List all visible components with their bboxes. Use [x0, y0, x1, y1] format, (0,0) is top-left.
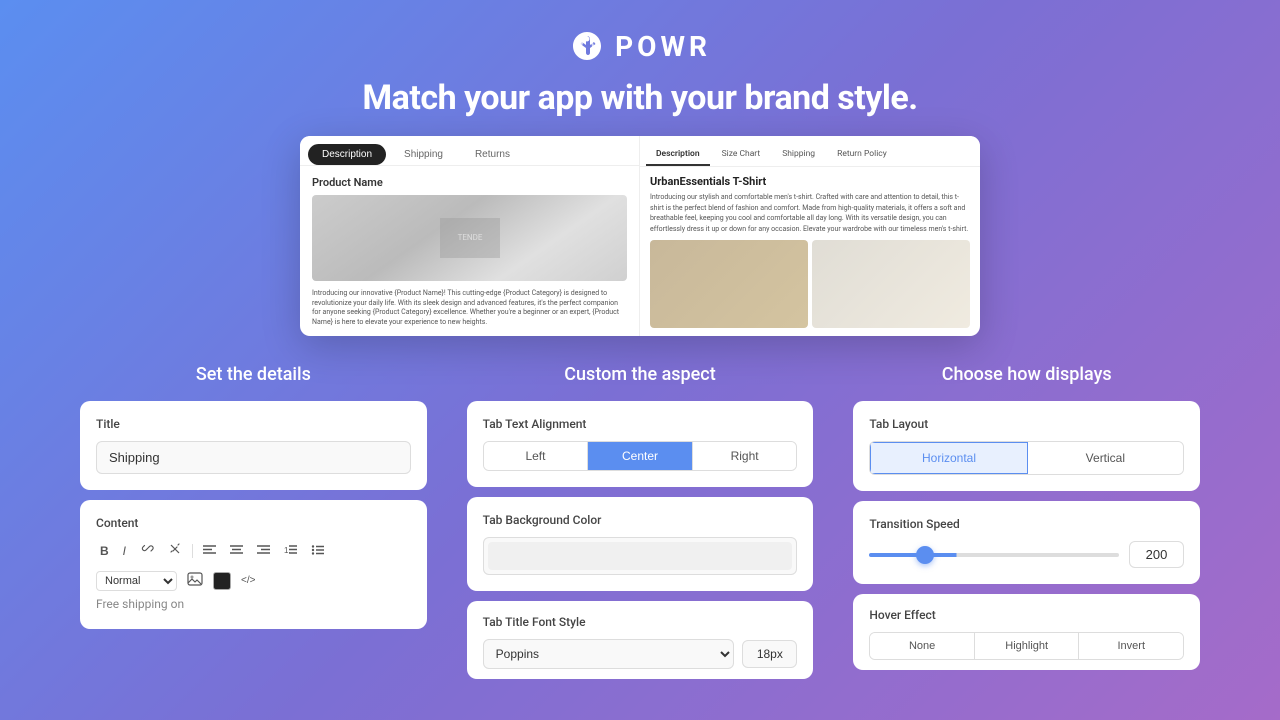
- color-input-row: [483, 537, 798, 575]
- text-color-swatch[interactable]: [213, 572, 231, 590]
- logo-area: POWR: [0, 28, 1280, 64]
- col1-title: Set the details: [196, 364, 311, 385]
- speed-label: Transition Speed: [869, 517, 1184, 531]
- hover-label: Hover Effect: [869, 608, 1184, 622]
- hover-invert-btn[interactable]: Invert: [1079, 633, 1183, 659]
- logo-text: POWR: [615, 30, 711, 63]
- bold-button[interactable]: B: [96, 542, 113, 560]
- preview-thumb-2: [812, 240, 970, 328]
- italic-button[interactable]: I: [119, 542, 130, 560]
- header: POWR Match your app with your brand styl…: [0, 0, 1280, 136]
- alignment-group: Left Center Right: [483, 441, 798, 471]
- link-button[interactable]: [136, 540, 158, 561]
- powr-logo-icon: [569, 28, 605, 64]
- font-size-input[interactable]: [742, 640, 797, 668]
- title-input[interactable]: [96, 441, 411, 474]
- preview-tabs-left: Description Shipping Returns: [300, 136, 639, 166]
- preview-product-text: Introducing our innovative {Product Name…: [300, 289, 639, 336]
- format-select[interactable]: Normal Heading 1 Heading 2: [96, 571, 177, 591]
- preview-tab-description[interactable]: Description: [308, 144, 386, 165]
- column-set-details: Set the details Title Content B I: [60, 364, 447, 689]
- slider-row: [869, 541, 1184, 568]
- font-row: Poppins Roboto Open Sans: [483, 639, 798, 669]
- content-card: Content B I: [80, 500, 427, 629]
- content-toolbar: B I 1.: [96, 540, 411, 561]
- toolbar-divider-1: [192, 544, 193, 558]
- align-right-btn[interactable]: [253, 542, 274, 560]
- tab-layout-label: Tab Layout: [869, 417, 1184, 431]
- column-custom-aspect: Custom the aspect Tab Text Alignment Lef…: [447, 364, 834, 689]
- preview-tab-returns[interactable]: Returns: [461, 144, 524, 165]
- speed-slider[interactable]: [869, 553, 1119, 557]
- alignment-label: Tab Text Alignment: [483, 417, 798, 431]
- preview-product-image: TENDE: [312, 195, 627, 281]
- hover-none-btn[interactable]: None: [870, 633, 975, 659]
- font-family-select[interactable]: Poppins Roboto Open Sans: [483, 639, 735, 669]
- preview-right-tab-shipping[interactable]: Shipping: [772, 144, 825, 166]
- bottom-section: Set the details Title Content B I: [0, 364, 1280, 689]
- alignment-card: Tab Text Alignment Left Center Right: [467, 401, 814, 487]
- preview-right: Description Size Chart Shipping Return P…: [640, 136, 980, 336]
- align-left-option[interactable]: Left: [484, 442, 589, 470]
- preview-tab-shipping[interactable]: Shipping: [390, 144, 457, 165]
- align-center-btn[interactable]: [226, 542, 247, 560]
- tab-layout-card: Tab Layout Horizontal Vertical: [853, 401, 1200, 491]
- hover-group: None Highlight Invert: [869, 632, 1184, 660]
- preview-images-row: [640, 240, 980, 336]
- preview-thumb-1: [650, 240, 808, 328]
- layout-horizontal-btn[interactable]: Horizontal: [870, 442, 1027, 474]
- content-preview-text: Free shipping on: [96, 596, 411, 613]
- preview-product-title: UrbanEssentials T-Shirt: [640, 167, 980, 192]
- speed-value-input[interactable]: [1129, 541, 1184, 568]
- preview-right-tab-sizechart[interactable]: Size Chart: [712, 144, 771, 166]
- layout-vertical-btn[interactable]: Vertical: [1028, 442, 1183, 474]
- preview-desc-text: Introducing our stylish and comfortable …: [640, 192, 980, 240]
- preview-left: Description Shipping Returns Product Nam…: [300, 136, 640, 336]
- hover-highlight-btn[interactable]: Highlight: [975, 633, 1080, 659]
- ordered-list-btn[interactable]: 1.: [280, 542, 301, 560]
- preview-container: Description Shipping Returns Product Nam…: [0, 136, 1280, 336]
- column-display-options: Choose how displays Tab Layout Horizonta…: [833, 364, 1220, 689]
- preview-inner: Description Shipping Returns Product Nam…: [300, 136, 980, 336]
- col3-title: Choose how displays: [942, 364, 1112, 385]
- align-center-option[interactable]: Center: [588, 442, 693, 470]
- code-button[interactable]: </>: [237, 573, 259, 588]
- preview-product-name: Product Name: [300, 166, 639, 195]
- bg-color-card: Tab Background Color: [467, 497, 814, 591]
- preview-img-inner: TENDE: [312, 195, 627, 281]
- align-right-option[interactable]: Right: [693, 442, 797, 470]
- title-card: Title: [80, 401, 427, 490]
- color-preview-box[interactable]: [488, 542, 793, 570]
- content-label: Content: [96, 516, 411, 530]
- preview-tabs-right: Description Size Chart Shipping Return P…: [640, 136, 980, 167]
- transition-speed-card: Transition Speed: [853, 501, 1200, 584]
- bg-color-label: Tab Background Color: [483, 513, 798, 527]
- title-label: Title: [96, 417, 411, 431]
- unordered-list-btn[interactable]: [307, 542, 328, 560]
- tab-layout-group: Horizontal Vertical: [869, 441, 1184, 475]
- font-style-card: Tab Title Font Style Poppins Roboto Open…: [467, 601, 814, 679]
- preview-box: Description Shipping Returns Product Nam…: [300, 136, 980, 336]
- tagline: Match your app with your brand style.: [0, 78, 1280, 118]
- hover-effect-card: Hover Effect None Highlight Invert: [853, 594, 1200, 670]
- col2-title: Custom the aspect: [564, 364, 715, 385]
- preview-right-tab-description[interactable]: Description: [646, 144, 710, 166]
- preview-right-tab-returnpolicy[interactable]: Return Policy: [827, 144, 897, 166]
- unlink-button[interactable]: [164, 540, 186, 561]
- font-style-label: Tab Title Font Style: [483, 615, 798, 629]
- image-insert-button[interactable]: [183, 569, 207, 592]
- svg-text:TENDE: TENDE: [457, 233, 482, 242]
- align-left-btn[interactable]: [199, 542, 220, 560]
